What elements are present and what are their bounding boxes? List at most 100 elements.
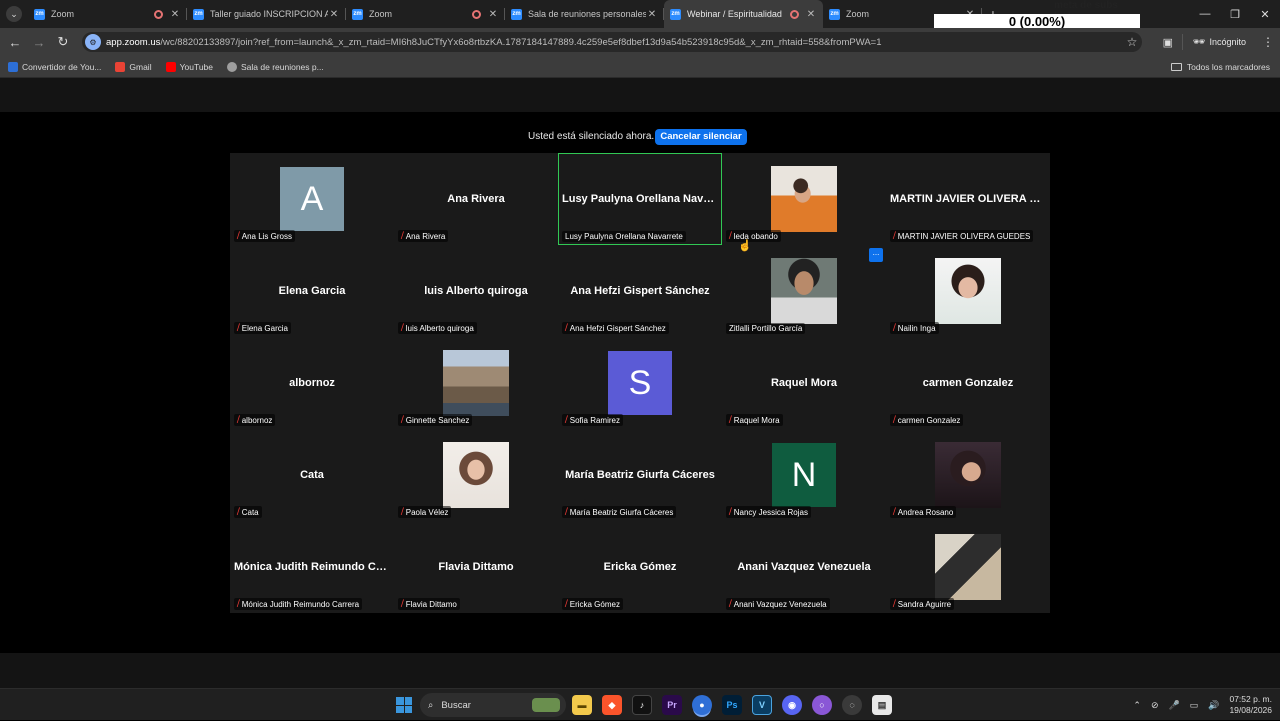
circle-app-icon[interactable]: ○ [812, 695, 832, 715]
taskbar-search[interactable]: ⌕ Buscar [420, 693, 566, 717]
discord-icon[interactable]: ◉ [782, 695, 802, 715]
participant-tile[interactable]: Cata ⧸ Cata [230, 429, 394, 521]
back-icon[interactable]: ← [3, 28, 27, 56]
close-tab-icon[interactable]: ✕ [487, 9, 499, 20]
participant-tile[interactable]: Ana Hefzi Gispert Sánchez ⧸ Ana Hefzi Gisp… [558, 245, 722, 337]
minimize-icon[interactable]: — [1190, 0, 1220, 28]
muted-mic-icon: ⧸ [893, 507, 896, 516]
participant-tile[interactable]: A ⧸ Ana Lis Gross [230, 153, 394, 245]
participant-tile[interactable]: María Beatriz Giurfa Cáceres ⧸ María Beatr… [558, 429, 722, 521]
tiktok-icon[interactable]: ♪ [632, 695, 652, 715]
tab-title: Zoom [369, 9, 393, 19]
participant-tile[interactable]: ⧸ Paola Vélez [394, 429, 558, 521]
participant-tile[interactable]: albornoz ⧸ albornoz [230, 337, 394, 429]
notification-icon[interactable]: ⊘ [1151, 700, 1159, 711]
participant-tile[interactable]: Anani Vazquez Venezuela ⧸ Anani Vazquez Ve… [722, 521, 886, 613]
participant-display-name: Flavia Dittamo [438, 561, 514, 573]
participant-name-label: ⧸ luis Alberto quiroga [398, 322, 477, 334]
participant-name-label: ⧸ Andrea Rosano [890, 506, 957, 518]
brave-icon[interactable]: ◆ [602, 695, 622, 715]
incognito-badge[interactable]: 🕶 Incógnito [1181, 34, 1256, 50]
bookmark-item[interactable]: Sala de reuniones p... [227, 61, 324, 72]
close-tab-icon[interactable]: ✕ [805, 9, 817, 20]
reload-icon[interactable]: ↻ [51, 28, 75, 56]
participant-tile[interactable]: Flavia Dittamo ⧸ Flavia Dittamo [394, 521, 558, 613]
windows-start-icon[interactable] [396, 697, 412, 713]
all-bookmarks[interactable]: Todos los marcadores [1170, 62, 1270, 72]
close-window-icon[interactable]: ✕ [1250, 0, 1280, 28]
participant-tile[interactable]: Ana Rivera ⧸ Ana Rivera [394, 153, 558, 245]
participant-tile[interactable]: ⧸ Nailin Inga [886, 245, 1050, 337]
participant-tile[interactable]: Mónica Judith Reimundo Ca... ⧸ Mónica Judi… [230, 521, 394, 613]
participant-video [935, 442, 1001, 508]
muted-mic-icon: ⧸ [401, 415, 404, 424]
participant-tile[interactable]: carmen Gonzalez ⧸ carmen Gonzalez [886, 337, 1050, 429]
recording-icon [154, 9, 163, 19]
browser-tab[interactable]: zm Zoom ✕ [28, 0, 187, 28]
browser-tab[interactable]: zm Taller guiado INSCRIPCION AL C✕ [187, 0, 346, 28]
microphone-icon[interactable]: 🎤 [1169, 700, 1180, 711]
browser-tab[interactable]: zm Zoom ✕ [346, 0, 505, 28]
participant-tile[interactable]: ⧸ Andrea Rosano [886, 429, 1050, 521]
participant-tile[interactable]: Ericka Gómez ⧸ Ericka Gómez [558, 521, 722, 613]
address-bar[interactable]: ⚙ app.zoom.us/wc/88202133897/join?ref_fr… [82, 32, 1142, 52]
network-icon[interactable]: ▭ [1190, 700, 1199, 711]
site-info-icon[interactable]: ⚙ [85, 34, 101, 50]
v-app-icon[interactable]: V [752, 695, 772, 715]
bookmark-item[interactable]: YouTube [165, 61, 213, 72]
tab-search-menu[interactable]: ⌄ [0, 0, 28, 28]
zoom-favicon-icon: zm [511, 8, 522, 20]
muted-mic-icon: ⧸ [893, 231, 896, 240]
participant-tile[interactable]: Lusy Paulyna Orellana Nava... Lusy Paulyn… [558, 153, 722, 245]
unmute-button[interactable]: Cancelar silenciar [655, 129, 747, 145]
participant-display-name: Cata [300, 469, 324, 481]
volume-icon[interactable]: 🔊 [1208, 700, 1219, 711]
chevron-down-icon[interactable]: ⌄ [6, 6, 22, 22]
close-tab-icon[interactable]: ✕ [169, 9, 181, 20]
more-options-button[interactable]: ... [869, 248, 883, 262]
url-text[interactable]: app.zoom.us/wc/88202133897/join?ref_from… [106, 37, 1122, 48]
tab-title: Zoom [51, 9, 75, 19]
side-panel-icon[interactable]: ▣ [1154, 36, 1182, 49]
forward-icon[interactable]: → [27, 28, 51, 56]
chrome-icon[interactable]: ● [692, 695, 712, 715]
participant-name-label: ⧸ Elena Garcia [234, 322, 291, 334]
file-explorer-icon[interactable]: ▬ [572, 695, 592, 715]
close-tab-icon[interactable]: ✕ [328, 9, 340, 20]
browser-tab[interactable]: zm Sala de reuniones personales de✕ [505, 0, 664, 28]
participant-name-label: ⧸ Ginnette Sanchez [398, 414, 473, 426]
globe-icon [227, 61, 237, 72]
menu-more-icon[interactable]: ⋮ [1256, 35, 1280, 49]
participant-tile[interactable]: ⧸ Sandra Aguirre [886, 521, 1050, 613]
bookmark-star-icon[interactable]: ☆ [1122, 35, 1142, 49]
maximize-icon[interactable]: ❐ [1220, 0, 1250, 28]
participant-tile[interactable]: S ⧸ Sofia Ramirez [558, 337, 722, 429]
bookmark-item[interactable]: Convertidor de You... [8, 61, 101, 72]
participant-tile[interactable]: ⧸ Ginnette Sanchez [394, 337, 558, 429]
recording-icon [472, 9, 481, 19]
participant-tile[interactable]: MARTIN JAVIER OLIVERA G... ⧸ MARTIN JAVIER… [886, 153, 1050, 245]
settings-app-icon[interactable]: ◌ [842, 695, 862, 715]
participant-name-label: ⧸ Nancy Jessica Rojas [726, 506, 811, 518]
participant-tile[interactable]: N ⧸ Nancy Jessica Rojas [722, 429, 886, 521]
premiere-icon[interactable]: Pr [662, 695, 682, 715]
participant-video [935, 258, 1001, 324]
participant-tile[interactable]: ⧸ leda obando [722, 153, 886, 245]
photoshop-icon[interactable]: Ps [722, 695, 742, 715]
close-tab-icon[interactable]: ✕ [646, 9, 658, 20]
document-app-icon[interactable]: ▤ [872, 695, 892, 715]
clock[interactable]: 07:52 p. m. 19/08/2026 [1229, 694, 1272, 716]
participant-tile[interactable]: Elena Garcia ⧸ Elena Garcia [230, 245, 394, 337]
browser-tab[interactable]: zm Webinar / Espiritualidad y S ✕ [664, 0, 823, 28]
taskbar: ⌕ Buscar ▬ ◆ ♪ Pr ● Ps V ◉ ○ ◌ ▤ ⌃ ⊘ 🎤 ▭… [0, 688, 1280, 720]
chevron-up-icon[interactable]: ⌃ [1133, 700, 1141, 711]
participant-tile[interactable]: luis Alberto quiroga ⧸ luis Alberto quirog… [394, 245, 558, 337]
participant-tile[interactable]: Raquel Mora ⧸ Raquel Mora [722, 337, 886, 429]
muted-mic-icon: ⧸ [565, 323, 568, 332]
toolbar-right: ▣ 🕶 Incógnito ⋮ [1154, 28, 1280, 56]
tab-title: Taller guiado INSCRIPCION AL C [210, 9, 328, 19]
participant-name: Nailin Inga [897, 323, 936, 333]
participant-name: albornoz [241, 415, 273, 425]
bookmark-item[interactable]: Gmail [115, 61, 152, 72]
participant-tile[interactable]: Zitlalli Portillo García [722, 245, 886, 337]
